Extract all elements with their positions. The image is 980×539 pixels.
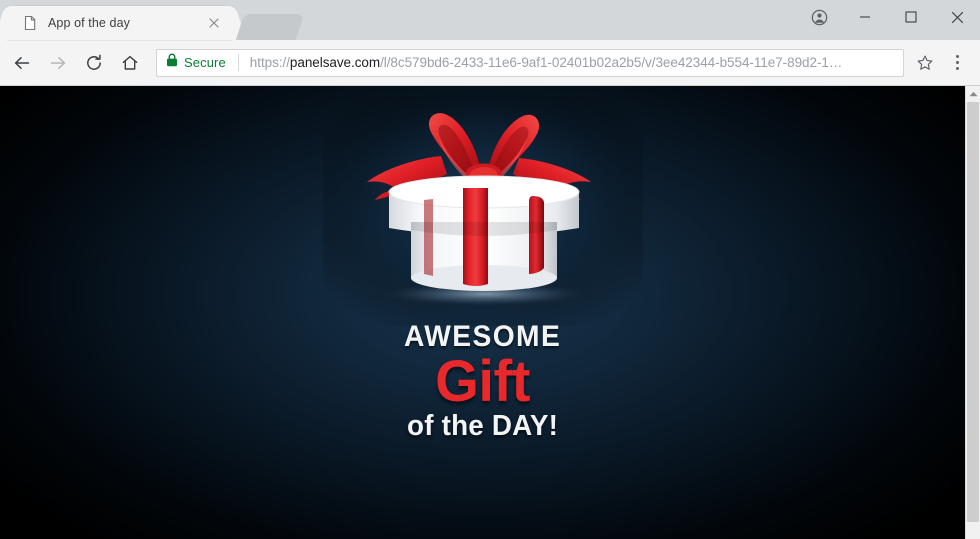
headline-line-day: of the DAY! [406,410,559,443]
bookmark-button[interactable] [912,50,938,76]
new-tab-button[interactable] [235,14,305,40]
url-host: panelsave.com [289,55,381,70]
page-icon [22,15,38,31]
window-controls [796,0,980,34]
lock-icon [166,53,178,72]
reload-icon [87,53,101,70]
forward-arrow-icon [50,56,66,69]
page-viewport: AWESOME Gift of the DAY! I'm not a robot [0,86,980,539]
three-dots-icon [955,53,959,72]
gift-box-graphic [322,96,643,326]
security-indicator[interactable]: Secure [166,53,226,72]
back-arrow-icon [14,56,30,69]
address-bar[interactable]: Secure https://panelsave.com/l/8c579bd6-… [156,48,904,77]
tab-title: App of the day [48,16,131,30]
home-button[interactable] [113,46,147,80]
url-path: /l/8c579bd6-2433-11e6-9af1-02401b02a2b5/… [380,55,843,70]
secure-label: Secure [184,55,226,70]
scrollbar-thumb[interactable] [967,102,979,522]
minimize-button[interactable] [842,0,888,34]
scroll-up-button[interactable] [966,86,980,101]
close-button[interactable] [934,0,980,34]
close-icon[interactable] [206,15,222,31]
hero-section: AWESOME Gift of the DAY! [0,96,965,446]
gift-box-illustration [322,96,643,326]
star-icon [917,54,933,70]
vertical-scrollbar[interactable] [965,86,980,539]
url-text: https://panelsave.com/l/8c579bd6-2433-11… [250,55,897,70]
url-scheme: https:// [249,55,290,70]
omnibox-divider [237,54,239,71]
page-content: AWESOME Gift of the DAY! I'm not a robot [0,86,965,539]
home-icon [122,55,138,70]
headline-line-awesome: AWESOME [403,320,562,353]
maximize-button[interactable] [888,0,934,34]
tab-app-of-the-day[interactable]: App of the day [8,6,232,40]
tab-strip: App of the day [0,0,980,40]
back-button[interactable] [5,46,39,80]
profile-icon[interactable] [796,0,842,34]
chrome-menu-button[interactable] [942,48,972,78]
browser-window: App of the day Secure https://panelsave.… [0,0,980,539]
hero-headline: AWESOME Gift of the DAY! [399,322,566,441]
forward-button[interactable] [41,46,75,80]
chevron-up-icon [969,91,977,96]
reload-button[interactable] [77,46,111,80]
headline-line-gift: Gift [435,349,530,414]
browser-toolbar: Secure https://panelsave.com/l/8c579bd6-… [0,40,980,86]
